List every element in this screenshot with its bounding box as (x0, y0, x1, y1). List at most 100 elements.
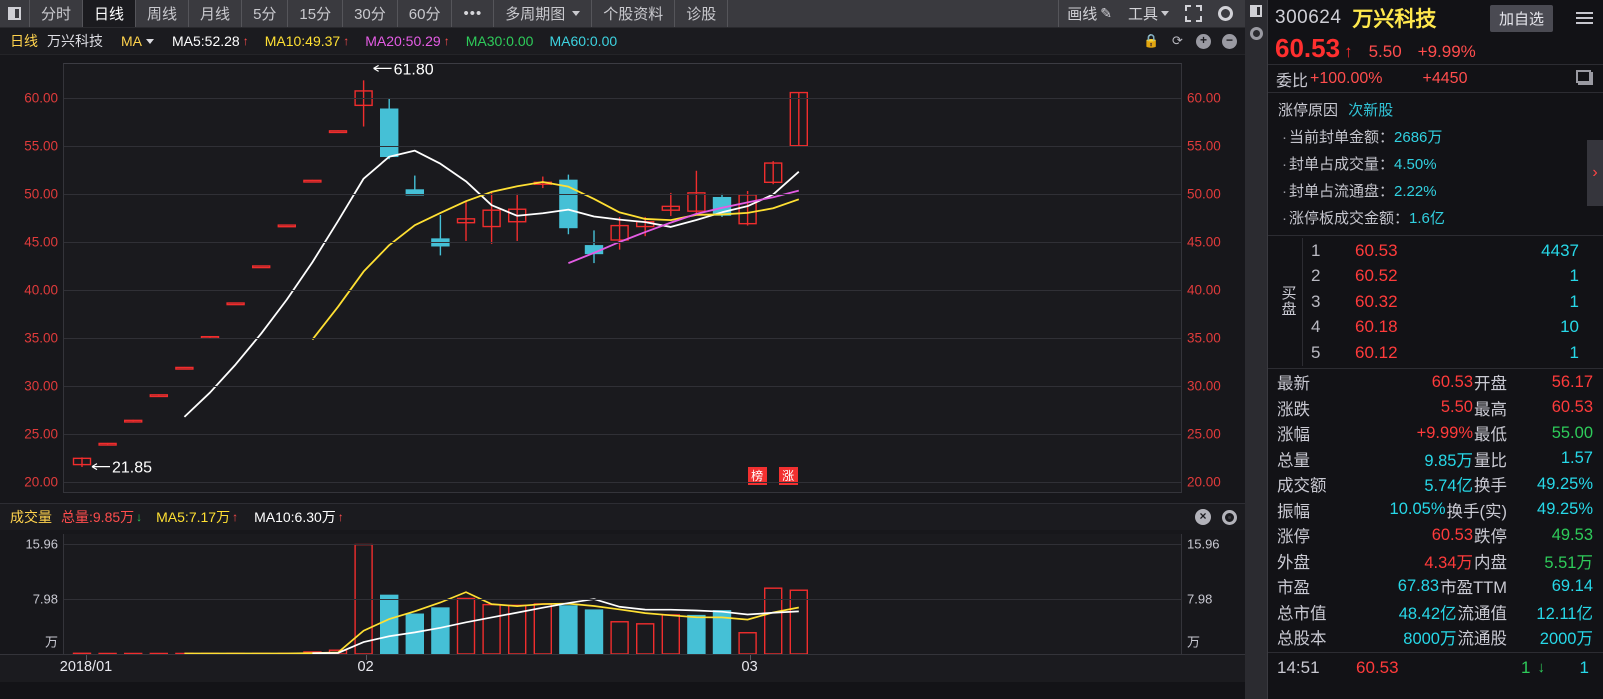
stats-key-right: 量比 (1474, 451, 1507, 470)
chevron-down-icon[interactable] (146, 38, 154, 44)
refresh-icon[interactable]: ⟳ (1170, 33, 1185, 49)
volume-bar (636, 623, 655, 654)
stats-value-right: 2000万 (1539, 630, 1593, 649)
x-axis-tick (365, 655, 367, 660)
quote-header: 300624 万兴科技 加自选 60.53 ↑ 5.50 +9.99% (1268, 0, 1603, 64)
order-book-index: 3 (1311, 291, 1321, 311)
gear-icon[interactable] (1249, 27, 1263, 40)
gridline (64, 386, 1181, 388)
pencil-icon: ✎ (1100, 5, 1112, 21)
close-icon[interactable]: × (1195, 509, 1211, 525)
volume-tick: 7.98 (32, 591, 58, 607)
trading-app: 分时 日线 周线 月线 5分 15分 30分 60分 ••• 多周期图 个股资料… (0, 0, 1603, 699)
zoom-out-icon[interactable]: − (1222, 33, 1237, 49)
order-book-row[interactable]: 4 60.18 10 (1303, 315, 1603, 341)
stats-value-left: 9.85万 (1424, 451, 1473, 470)
stats-key-right: 跌停 (1474, 528, 1507, 547)
order-book-row[interactable]: 1 60.53 4437 (1303, 238, 1603, 264)
price-axis-left: 60.00 55.00 50.00 45.00 40.00 35.00 30.00 25.00… (0, 55, 63, 503)
copy-icon[interactable] (1576, 70, 1593, 85)
stats-key-right: 换手(实) (1446, 502, 1508, 521)
tab-yuexian[interactable]: 月线 (189, 0, 243, 27)
volume-ma5-line (184, 591, 799, 654)
ma5-value: MA5:52.28 (172, 33, 240, 49)
order-book-row[interactable]: 5 60.12 1 (1303, 340, 1603, 366)
order-book-row[interactable]: 3 60.32 1 (1303, 289, 1603, 315)
volume-bar (431, 607, 450, 654)
zoom-in-icon[interactable]: + (1196, 33, 1211, 49)
price-plot[interactable]: 61.80 21.85 榜涨 (63, 63, 1182, 493)
expand-arrow-button[interactable]: › (1587, 140, 1603, 206)
tab-zhouxian[interactable]: 周线 (136, 0, 190, 27)
gear-icon[interactable] (1222, 509, 1237, 525)
right-rail (1245, 0, 1268, 699)
price-tick-left: 35.00 (24, 330, 58, 346)
tools-button[interactable]: 工具 (1120, 0, 1177, 27)
price-tick-left: 60.00 (24, 90, 58, 106)
add-favorite-button[interactable]: 加自选 (1489, 4, 1553, 32)
panel-icon[interactable] (1250, 5, 1262, 17)
tab-rixian[interactable]: 日线 (83, 0, 137, 27)
arrow-up-icon: ↑ (1344, 42, 1353, 61)
volume-ma5: MA5:7.17万 (156, 509, 231, 525)
price-tick-left: 40.00 (24, 282, 58, 298)
stats-key-right: 内盘 (1474, 553, 1507, 572)
candle-body (175, 366, 194, 370)
tick-volume: 1 (1521, 657, 1531, 677)
volume-chart-panel[interactable]: 15.96 7.98 万 15.96 7.98 万 (0, 530, 1245, 654)
ma-label[interactable]: MA (121, 33, 146, 49)
order-book-row[interactable]: 2 60.52 1 (1303, 264, 1603, 290)
stats-value-left: 60.53 (1431, 525, 1473, 544)
reason-line: · 封单占成交量：4.50% (1278, 150, 1603, 177)
gridline (64, 482, 1181, 484)
price-chart-panel[interactable]: 60.00 55.00 50.00 45.00 40.00 35.00 30.00 25.00… (0, 55, 1245, 503)
ma-indicator-bar: 日线 万兴科技 MA MA5:52.28 ↑ MA10:49.37 ↑ MA20… (0, 28, 1245, 55)
svg-text:61.80: 61.80 (394, 64, 434, 78)
stats-value-left: 5.74亿 (1424, 477, 1473, 496)
volume-bar (380, 594, 399, 654)
order-book-price: 60.53 (1355, 240, 1398, 260)
fullscreen-button[interactable] (1177, 0, 1210, 27)
reason-tag[interactable]: 次新股 (1342, 102, 1393, 119)
volume-axis-right: 15.96 7.98 万 (1182, 530, 1245, 654)
stats-value-right: 5.51万 (1544, 553, 1593, 572)
settings-button[interactable] (1210, 0, 1241, 27)
volume-tick: 15.96 (25, 536, 58, 552)
tab-60min[interactable]: 60分 (398, 0, 453, 27)
price-tick-left: 55.00 (24, 138, 58, 154)
reason-line: · 当前封单金额：2686万 (1278, 123, 1603, 150)
draw-line-button[interactable]: 画线 ✎ (1059, 0, 1120, 27)
tab-15min[interactable]: 15分 (288, 0, 344, 27)
hamburger-menu-icon[interactable] (1572, 12, 1596, 24)
layout-toggle-button[interactable] (0, 0, 30, 27)
tab-fenshi[interactable]: 分时 (30, 0, 84, 27)
tab-5min[interactable]: 5分 (242, 0, 289, 27)
stats-value-right: 69.14 (1551, 576, 1593, 595)
stats-value-right: 12.11亿 (1536, 604, 1593, 623)
price-change: 5.50 (1368, 42, 1402, 61)
commission-ratio-number: +4450 (1422, 69, 1468, 87)
reason-line-key: 涨停板成交金额： (1289, 210, 1410, 227)
stats-key-left: 总股本 (1277, 630, 1327, 649)
more-periods-button[interactable]: ••• (452, 0, 495, 27)
stats-value-right: 60.53 (1551, 398, 1593, 417)
stats-row: 外盘 4.34万 内盘 5.51万 (1268, 548, 1603, 574)
volume-total: 总量:9.85万 (61, 509, 135, 525)
price-annotation: 61.80 (373, 64, 434, 78)
tab-diagnose[interactable]: 诊股 (675, 0, 729, 27)
volume-plot[interactable] (63, 534, 1182, 654)
stats-key-left: 涨停 (1277, 528, 1310, 547)
volume-svg (72, 543, 808, 654)
commission-ratio-value: +100.00% (1310, 69, 1383, 87)
volume-bar (661, 614, 680, 654)
chevron-down-icon (572, 11, 581, 16)
order-book-volume: 1 (1569, 266, 1579, 286)
volume-bar (738, 632, 757, 654)
tab-multi-period[interactable]: 多周期图 (494, 0, 593, 27)
tab-30min[interactable]: 30分 (343, 0, 398, 27)
lock-icon[interactable]: 🔒 (1143, 33, 1159, 49)
tab-stock-info[interactable]: 个股资料 (592, 0, 676, 27)
stats-key-left: 涨跌 (1277, 400, 1310, 419)
order-book-volume: 1 (1569, 342, 1579, 362)
candlestick-svg: 61.8021.85 (72, 64, 808, 477)
